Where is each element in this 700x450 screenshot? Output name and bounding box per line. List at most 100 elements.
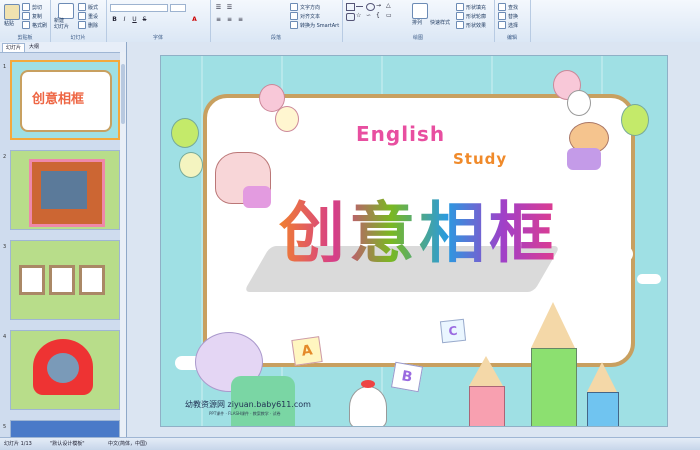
shape-outline-button[interactable]: 形状轮廓: [456, 12, 486, 20]
layout-icon: [78, 3, 86, 11]
triangle-shape-icon[interactable]: △: [386, 3, 393, 9]
shape-fill-button[interactable]: 形状填充: [456, 3, 486, 11]
letter-block-a: A: [291, 336, 323, 366]
pencil-red: [469, 386, 505, 426]
rectangle-shape-icon[interactable]: [346, 3, 355, 11]
find-label: 查找: [508, 4, 519, 11]
brush-icon: [22, 21, 30, 29]
arrow-shape-icon[interactable]: →: [376, 3, 383, 9]
smartart-button[interactable]: 转换为 SmartArt: [290, 21, 339, 29]
scissors-icon: [22, 3, 30, 11]
pane-scrollbar[interactable]: [120, 52, 126, 437]
font-color-button[interactable]: A: [190, 16, 199, 24]
rounded-rect-shape-icon[interactable]: [346, 13, 355, 21]
underline-button[interactable]: U: [130, 16, 139, 24]
tab-outline[interactable]: 大纲: [26, 43, 42, 51]
english-text[interactable]: English: [356, 122, 445, 146]
bullets-button[interactable]: ☰: [214, 4, 223, 12]
delete-icon: [78, 21, 86, 29]
align-center-button[interactable]: ≡: [225, 16, 234, 24]
copy-icon: [22, 12, 30, 20]
current-slide[interactable]: English Study 创意相框 A B C 幼教资源网 ziyuan.ba…: [160, 55, 668, 427]
align-right-button[interactable]: ≡: [236, 16, 245, 24]
language-status[interactable]: 中文(简体，中国): [108, 438, 147, 450]
slide-thumbnail-1[interactable]: 创意相框: [10, 60, 120, 140]
replace-button[interactable]: 替换: [498, 12, 518, 20]
callout-shape-icon[interactable]: ▭: [386, 13, 393, 19]
quick-styles-label: 快速样式: [430, 20, 451, 26]
font-name-dropdown[interactable]: [110, 4, 168, 12]
scrollbar-thumb[interactable]: [121, 64, 125, 124]
text-direction-button[interactable]: 文字方向: [290, 3, 320, 11]
shape-effects-button[interactable]: 形状效果: [456, 21, 486, 29]
star-shape-icon[interactable]: ☆: [356, 13, 363, 19]
numbering-button[interactable]: ☰: [225, 4, 234, 12]
copy-button[interactable]: 复制: [22, 12, 42, 20]
layout-button[interactable]: 版式: [78, 3, 98, 11]
quick-styles-button[interactable]: 快速样式: [430, 19, 450, 26]
pane-tabs: 幻灯片 大纲: [0, 42, 126, 53]
chicken-character: [349, 386, 387, 426]
thumb-frame: [49, 265, 75, 295]
slide-number: 5: [3, 424, 7, 430]
chicken-comb: [361, 380, 375, 388]
watermark-text: 幼教资源网 ziyuan.baby611.com: [185, 400, 311, 409]
cut-label: 剪切: [32, 4, 43, 11]
delete-slide-button[interactable]: 删除: [78, 21, 98, 29]
slide-thumbnail-3[interactable]: [10, 240, 120, 320]
paste-button[interactable]: 粘贴: [4, 20, 14, 27]
bunny-shirt: [243, 186, 271, 208]
tab-slides[interactable]: 幻灯片: [2, 43, 26, 53]
ribbon: 粘贴 剪切 复制 格式刷 剪贴板 新建 幻灯片 版式 重设 删除 幻灯片 B I…: [0, 0, 700, 43]
theme-status[interactable]: "默认设计模板": [50, 438, 85, 450]
slides-group-label: 幻灯片: [70, 35, 86, 41]
arrange-icon[interactable]: [412, 3, 428, 19]
font-size-dropdown[interactable]: [170, 4, 186, 12]
shapes-gallery[interactable]: → △ ☆ ∽ { ▭: [346, 3, 404, 29]
slide-thumbnail-2[interactable]: [10, 150, 120, 230]
slide-thumbnail-5[interactable]: [10, 420, 120, 437]
cloud: [637, 274, 661, 284]
status-bar: 幻灯片 1/13 "默认设计模板" 中文(简体，中国): [0, 437, 700, 450]
align-left-button[interactable]: ≡: [214, 16, 223, 24]
curve-shape-icon[interactable]: ∽: [366, 13, 373, 19]
paste-icon[interactable]: [4, 4, 20, 20]
find-button[interactable]: 查找: [498, 3, 518, 11]
line-shape-icon[interactable]: [356, 6, 363, 7]
strikethrough-button[interactable]: S: [140, 16, 149, 24]
font-group: B I U S A 字体: [106, 0, 211, 42]
format-painter-button[interactable]: 格式刷: [22, 21, 47, 29]
delete-label: 删除: [88, 22, 99, 29]
cat-shirt: [567, 148, 601, 170]
shape-fill-label: 形状填充: [466, 4, 487, 11]
align-text-label: 对齐文本: [300, 13, 321, 20]
pencil-green: [531, 348, 577, 426]
main-title[interactable]: 创意相框: [279, 180, 559, 276]
italic-button[interactable]: I: [120, 16, 129, 24]
drawing-group-label: 绘图: [412, 35, 423, 41]
pencil-blue: [587, 392, 619, 426]
cursor-icon: [498, 21, 506, 29]
select-label: 选择: [508, 22, 519, 29]
balloon: [179, 152, 203, 178]
slide-thumbnail-pane: 幻灯片 大纲 1 创意相框 2 3 4 5: [0, 42, 127, 437]
reset-label: 重设: [88, 13, 99, 20]
align-text-button[interactable]: 对齐文本: [290, 12, 320, 20]
new-slide-button[interactable]: 新建 幻灯片: [54, 18, 69, 30]
smartart-icon: [290, 21, 298, 29]
reset-button[interactable]: 重设: [78, 12, 98, 20]
bold-button[interactable]: B: [110, 16, 119, 24]
copy-label: 复制: [32, 13, 43, 20]
slide-thumbnail-4[interactable]: [10, 330, 120, 410]
select-button[interactable]: 选择: [498, 21, 518, 29]
arrange-button[interactable]: 排列: [412, 19, 422, 26]
study-text[interactable]: Study: [453, 150, 507, 168]
cut-button[interactable]: 剪切: [22, 3, 42, 11]
new-slide-icon[interactable]: [58, 3, 74, 19]
pencil-red-tip: [469, 356, 503, 386]
pencil-green-tip: [531, 302, 575, 348]
oval-shape-icon[interactable]: [366, 3, 375, 11]
pencil-blue-tip: [587, 362, 617, 392]
cloud: [589, 246, 633, 262]
brace-shape-icon[interactable]: {: [376, 13, 383, 19]
